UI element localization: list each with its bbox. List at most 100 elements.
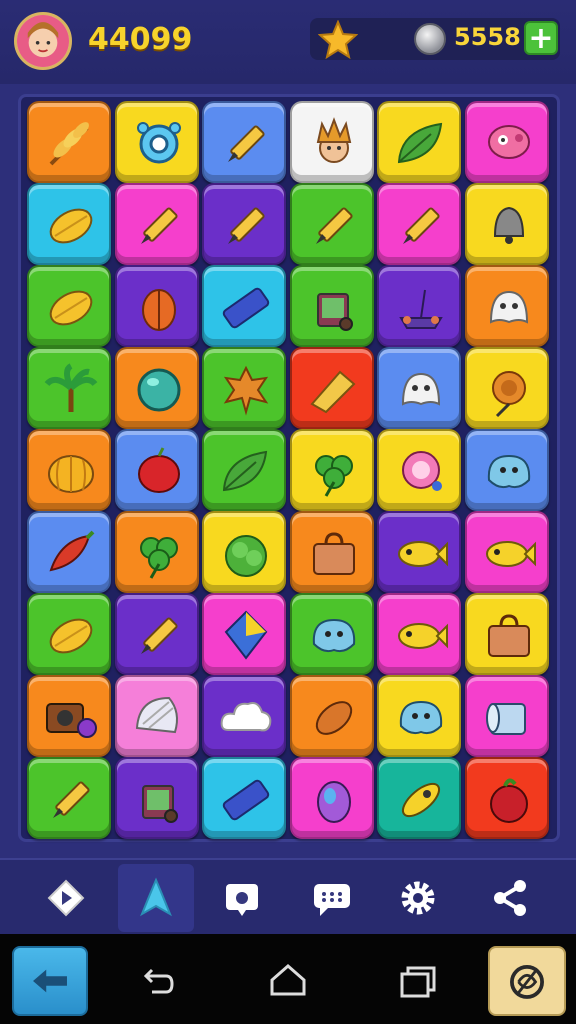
home-icon[interactable] [268, 960, 308, 1000]
board-tile[interactable] [289, 101, 374, 183]
top-bar: 44099 5558 + [0, 0, 576, 84]
board-tile[interactable] [464, 101, 549, 183]
rocket-icon [401, 782, 441, 818]
board-tile[interactable] [289, 757, 374, 839]
board-tile[interactable] [202, 757, 286, 839]
board-tile[interactable] [202, 429, 286, 511]
board-tile[interactable] [377, 757, 461, 839]
lemon-icon [49, 618, 93, 654]
ghost-icon [401, 372, 441, 406]
add-coins-button[interactable]: + [524, 21, 558, 55]
apple-icon [137, 447, 180, 493]
board-tile[interactable] [377, 593, 461, 675]
ball-icon [137, 368, 180, 412]
pencil-icon [140, 617, 178, 654]
board-tile[interactable] [289, 429, 374, 511]
back-icon[interactable] [136, 960, 176, 1000]
board-tile[interactable] [202, 675, 286, 757]
board-tile[interactable] [114, 593, 199, 675]
board-tile[interactable] [464, 183, 549, 265]
currency-bar: 5558 + [310, 18, 560, 60]
towel-icon [485, 703, 526, 735]
board-tile[interactable] [464, 757, 549, 839]
cloud-icon [220, 702, 272, 732]
board-tile[interactable] [27, 511, 111, 593]
pencil-icon [228, 125, 265, 162]
cart-icon [399, 289, 443, 329]
player-avatar[interactable] [14, 12, 72, 70]
ghost-icon [489, 290, 528, 324]
board-tile[interactable] [27, 265, 111, 347]
board-tile[interactable] [27, 757, 111, 839]
left-app-button[interactable] [12, 946, 88, 1016]
berry-icon [489, 778, 528, 823]
pencil-icon [315, 207, 353, 244]
board-tile[interactable] [377, 183, 461, 265]
photo-icon [226, 884, 258, 916]
board-tile[interactable] [114, 347, 199, 429]
board-tile[interactable] [114, 265, 199, 347]
toolbar-settings-button[interactable] [380, 864, 456, 932]
share-icon [494, 880, 526, 916]
board-tile[interactable] [289, 675, 374, 757]
trash-icon [141, 785, 178, 823]
fish-icon [398, 541, 448, 567]
board-tile[interactable] [377, 265, 461, 347]
board-tile[interactable] [202, 347, 286, 429]
board-tile[interactable] [289, 183, 374, 265]
board-tile[interactable] [202, 265, 286, 347]
board-tile[interactable] [289, 593, 374, 675]
leaf-icon [397, 122, 443, 164]
recents-icon[interactable] [398, 960, 438, 1000]
board-tile[interactable] [377, 675, 461, 757]
toolbar-diamond-button[interactable] [28, 864, 104, 932]
board-tile[interactable] [377, 429, 461, 511]
toolbar-photo-button[interactable] [204, 864, 280, 932]
board-tile[interactable] [114, 757, 199, 839]
board-tile[interactable] [464, 593, 549, 675]
board-tile[interactable] [464, 265, 549, 347]
board-tile[interactable] [377, 101, 461, 183]
board-tile[interactable] [289, 265, 374, 347]
board-tile[interactable] [464, 675, 549, 757]
board-tile[interactable] [202, 183, 286, 265]
board-tile[interactable] [464, 429, 549, 511]
shell-icon [135, 696, 178, 734]
board-tile[interactable] [377, 347, 461, 429]
egg-icon [316, 781, 351, 823]
avatar-face-icon [17, 15, 69, 67]
board-tile[interactable] [289, 511, 374, 593]
eraser-icon [222, 779, 270, 821]
toolbar-star-button[interactable] [118, 864, 194, 932]
bag-icon [312, 532, 355, 575]
right-app-button[interactable] [488, 946, 566, 1016]
score-display: 44099 [88, 22, 193, 57]
board-tile[interactable] [202, 101, 286, 183]
board-tile[interactable] [114, 429, 199, 511]
game-board [18, 94, 560, 842]
board-tile[interactable] [27, 101, 111, 183]
board-tile[interactable] [27, 675, 111, 757]
toolbar-share-button[interactable] [472, 864, 548, 932]
board-tile[interactable] [114, 511, 199, 593]
board-tile[interactable] [464, 511, 549, 593]
pencil-icon [403, 207, 440, 244]
board-tile[interactable] [202, 511, 286, 593]
board-tile[interactable] [464, 347, 549, 429]
board-tile[interactable] [114, 101, 199, 183]
pencil-icon [140, 207, 178, 244]
board-tile[interactable] [27, 347, 111, 429]
leaf-icon [222, 450, 268, 492]
board-tile[interactable] [27, 593, 111, 675]
board-tile[interactable] [377, 511, 461, 593]
swirl-icon [510, 964, 544, 999]
board-tile[interactable] [114, 183, 199, 265]
board-tile[interactable] [202, 593, 286, 675]
board-tile[interactable] [114, 675, 199, 757]
toolbar-chat-button[interactable] [294, 864, 370, 932]
board-tile[interactable] [289, 347, 374, 429]
coin-count: 5558 [454, 23, 521, 51]
board-tile[interactable] [27, 183, 111, 265]
star-badge-icon [318, 20, 358, 60]
board-tile[interactable] [27, 429, 111, 511]
